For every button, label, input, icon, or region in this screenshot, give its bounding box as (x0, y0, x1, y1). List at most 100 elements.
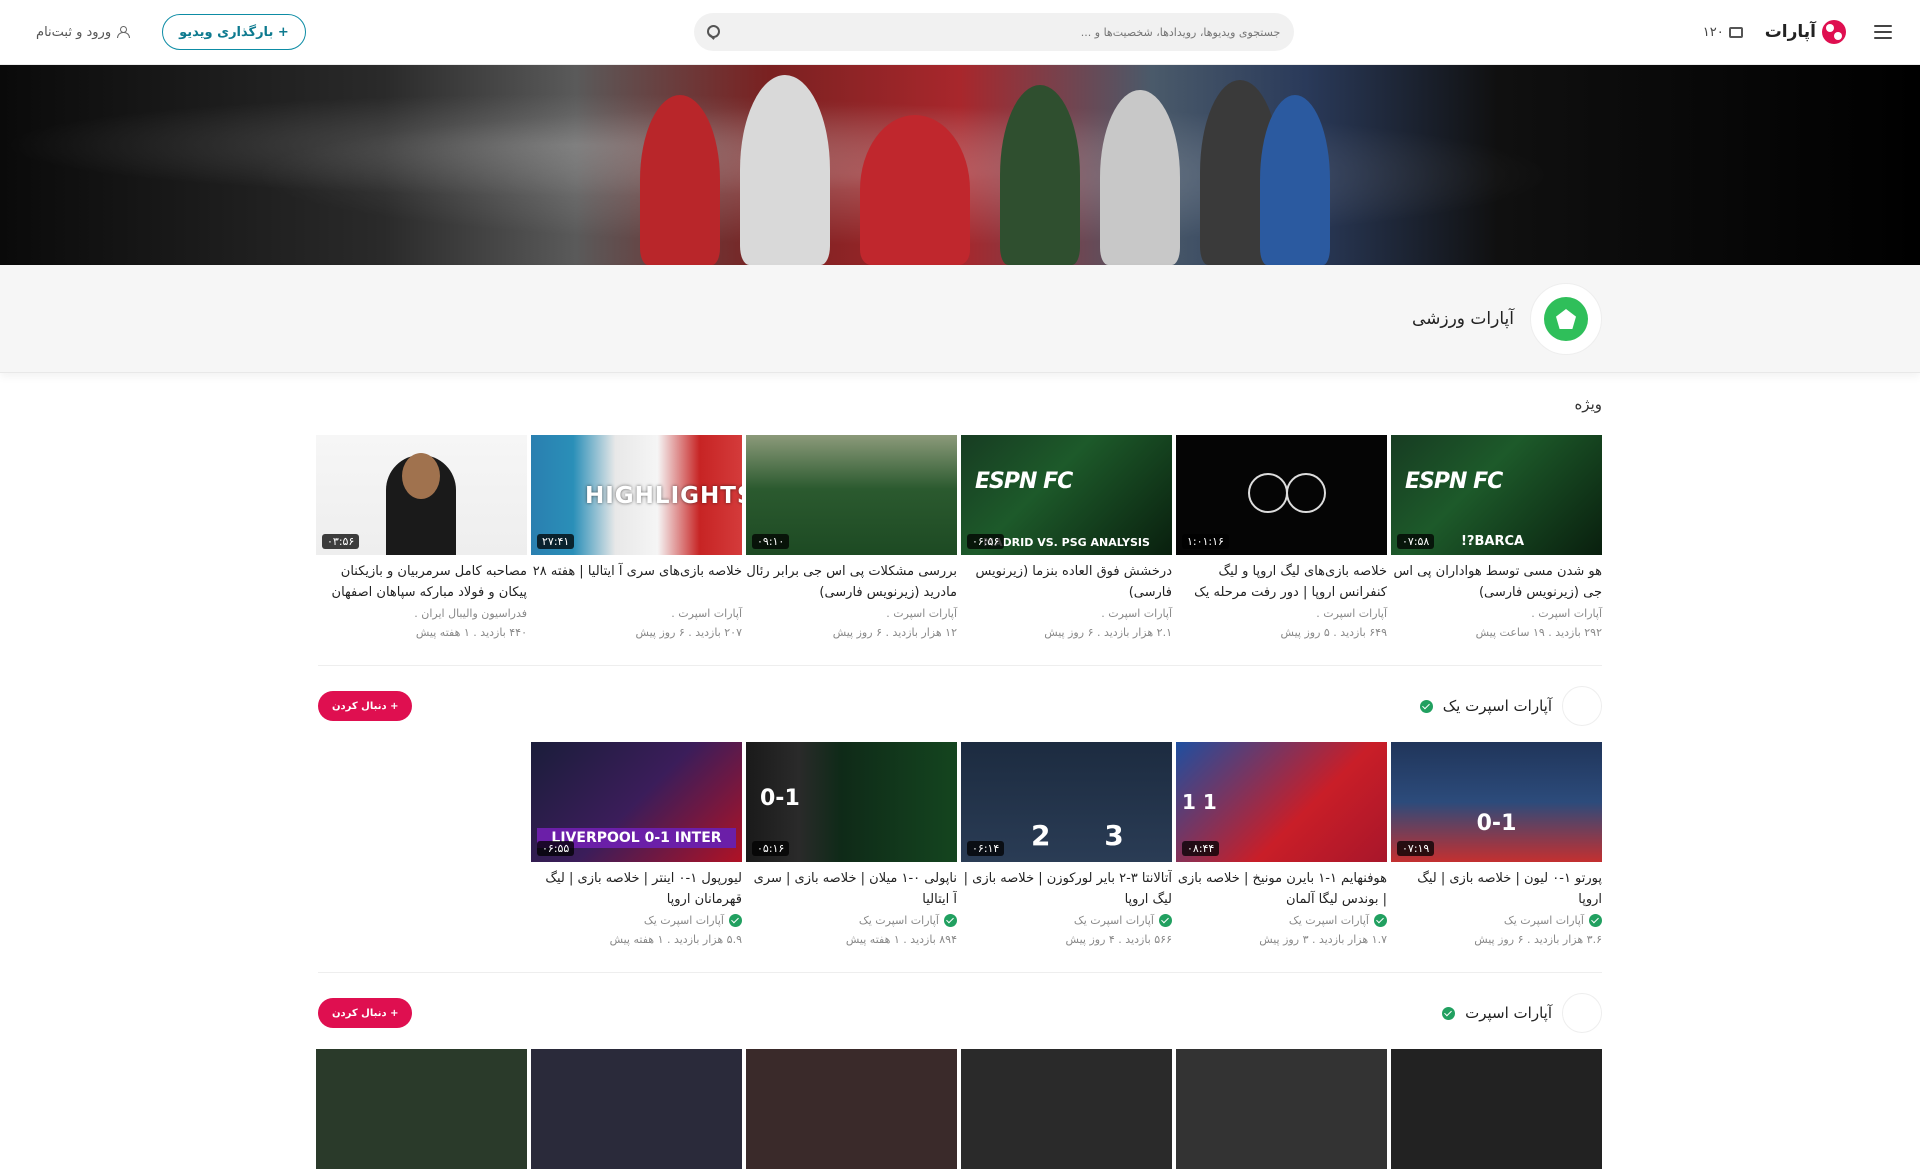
video-title[interactable]: ناپولی ۰-۱ میلان | خلاصه بازی | سری آ ای… (746, 868, 957, 910)
video-thumbnail[interactable]: 0-1 ۰۵:۱۶ (746, 742, 957, 862)
video-card[interactable]: ESPN FC BARCA?! ۰۷:۵۸ هو شدن مسی توسط هو… (1391, 435, 1602, 639)
video-duration: ۰۷:۵۸ (1397, 534, 1435, 549)
top-header: آپارات ۱۲۰ + بارگذاری ویدیو ورود و ثبت‌ن… (0, 0, 1920, 65)
video-thumbnail[interactable] (1176, 1049, 1387, 1169)
video-thumbnail[interactable] (1391, 1049, 1602, 1169)
press-speaker-head (402, 453, 440, 499)
search-input[interactable] (732, 25, 1281, 39)
video-card[interactable] (1176, 1049, 1387, 1169)
video-duration: ۰۳:۵۶ (322, 534, 360, 549)
video-title[interactable]: هو شدن مسی توسط هواداران پی اس جی (زیرنو… (1391, 561, 1602, 603)
banner-athlete (1100, 90, 1180, 265)
banner-athlete (860, 115, 970, 265)
video-card[interactable]: ۰۳:۵۶ مصاحبه کامل سرمربیان و بازیکنان پی… (316, 435, 527, 639)
section-divider (318, 972, 1602, 973)
verified-icon (1374, 914, 1387, 927)
header-right-group: آپارات ۱۲۰ (1703, 20, 1892, 44)
video-channel[interactable]: آپارات اسپرت . (531, 607, 742, 620)
video-thumbnail[interactable]: 0-1 ۰۷:۱۹ (1391, 742, 1602, 862)
video-title[interactable]: هوفنهایم ۱-۱ بایرن مونیخ | خلاصه بازی | … (1176, 868, 1387, 910)
header-left-group: + بارگذاری ویدیو ورود و ثبت‌نام (36, 14, 306, 50)
video-channel-name: آپارات اسپرت یک (643, 914, 724, 927)
video-thumbnail[interactable]: ESPN FC MADRID VS. PSG ANALYSIS ۰۶:۵۶ (961, 435, 1172, 555)
channel-section-avatar[interactable] (1562, 686, 1602, 726)
video-title[interactable]: خلاصه بازی‌های سری آ ایتالیا | هفته ۲۸ (531, 561, 742, 603)
video-title[interactable]: خلاصه بازی‌های لیگ اروپا و لیگ کنفرانس ا… (1176, 561, 1387, 603)
search-bar[interactable] (694, 13, 1295, 51)
credit-count: ۱۲۰ (1702, 24, 1724, 40)
video-thumbnail[interactable] (316, 1049, 527, 1169)
verified-icon (1589, 914, 1602, 927)
video-card[interactable]: 3 2 ۰۶:۱۴ آتالانتا ۳-۲ بایر لورکوزن | خل… (961, 742, 1172, 946)
video-thumbnail[interactable]: LIVERPOOL 0-1 INTER ۰۶:۵۵ (531, 742, 742, 862)
channel-info: آپارات ورزشی (1412, 283, 1602, 355)
video-channel[interactable]: آپارات اسپرت . (1391, 607, 1602, 620)
video-thumbnail[interactable]: ESPN FC BARCA?! ۰۷:۵۸ (1391, 435, 1602, 555)
video-card[interactable]: ESPN FC MADRID VS. PSG ANALYSIS ۰۶:۵۶ در… (961, 435, 1172, 639)
video-card[interactable] (1391, 1049, 1602, 1169)
video-channel[interactable]: آپارات اسپرت . (746, 607, 957, 620)
video-card[interactable]: 0-1 ۰۵:۱۶ ناپولی ۰-۱ میلان | خلاصه بازی … (746, 742, 957, 946)
channel-info-bar: آپارات ورزشی (0, 265, 1920, 373)
video-card[interactable]: LIVERPOOL 0-1 INTER ۰۶:۵۵ لیورپول ۱-۰ ای… (531, 742, 742, 946)
follow-button[interactable]: + دنبال کردن (318, 998, 413, 1028)
channel-section-title[interactable]: آپارات اسپرت یک (1419, 686, 1602, 726)
europa-league-icon (1248, 473, 1288, 513)
video-channel[interactable]: آپارات اسپرت یک (961, 914, 1172, 927)
video-duration: ۰۷:۱۹ (1397, 841, 1435, 856)
channel-section-header: آپارات اسپرت یک + دنبال کردن (318, 686, 1602, 726)
login-label: ورود و ثبت‌نام (36, 24, 112, 40)
channel-section-name[interactable]: آپارات اسپرت (1465, 1004, 1552, 1022)
video-card[interactable] (746, 1049, 957, 1169)
upload-video-button[interactable]: + بارگذاری ویدیو (162, 14, 306, 50)
channel-video-row: 0-1 ۰۷:۱۹ پورتو ۱-۰ لیون | خلاصه بازی | … (318, 742, 1602, 946)
hamburger-icon[interactable] (1868, 20, 1892, 44)
channel-section-title[interactable]: آپارات اسپرت (1442, 993, 1602, 1033)
channel-section-header: آپارات اسپرت + دنبال کردن (318, 993, 1602, 1033)
video-thumbnail[interactable]: HIGHLIGHTS ۲۷:۴۱ (531, 435, 742, 555)
video-thumbnail[interactable] (961, 1049, 1172, 1169)
channel-section-avatar[interactable] (1562, 993, 1602, 1033)
video-meta: ۲۰۷ بازدید . ۶ روز پیش (635, 626, 742, 639)
video-channel[interactable]: آپارات اسپرت یک (1176, 914, 1387, 927)
video-title[interactable]: مصاحبه کامل سرمربیان و بازیکنان پیکان و … (316, 561, 527, 603)
login-link[interactable]: ورود و ثبت‌نام (36, 24, 131, 40)
video-card[interactable]: 1 1 ۰۸:۴۴ هوفنهایم ۱-۱ بایرن مونیخ | خلا… (1176, 742, 1387, 946)
aparat-logo[interactable]: آپارات (1765, 20, 1846, 44)
video-duration: ۰۶:۵۶ (967, 534, 1005, 549)
video-title[interactable]: بررسی مشکلات پی اس جی برابر رئال مادرید … (746, 561, 957, 603)
video-card[interactable] (316, 1049, 527, 1169)
video-card[interactable]: HIGHLIGHTS ۲۷:۴۱ خلاصه بازی‌های سری آ ای… (531, 435, 742, 639)
video-card[interactable]: 0-1 ۰۷:۱۹ پورتو ۱-۰ لیون | خلاصه بازی | … (1391, 742, 1602, 946)
featured-section-title: ویژه (1574, 395, 1602, 413)
video-thumbnail[interactable]: 1 1 ۰۸:۴۴ (1176, 742, 1387, 862)
video-thumbnail[interactable]: ۰۹:۱۰ (746, 435, 957, 555)
ticket-icon (1728, 26, 1743, 38)
video-thumbnail[interactable]: ۰۳:۵۶ (316, 435, 527, 555)
video-channel[interactable]: آپارات اسپرت یک (1391, 914, 1602, 927)
video-title[interactable]: لیورپول ۱-۰ اینتر | خلاصه بازی | لیگ قهر… (531, 868, 742, 910)
video-card[interactable] (961, 1049, 1172, 1169)
video-thumbnail[interactable]: ۱:۰۱:۱۶ (1176, 435, 1387, 555)
search-icon[interactable] (707, 25, 722, 39)
thumbnail-caption: 0-1 (1476, 811, 1517, 836)
video-thumbnail[interactable] (746, 1049, 957, 1169)
video-title[interactable]: درخشش فوق العاده بنزما (زیرنویس فارسی) (961, 561, 1172, 603)
video-thumbnail[interactable]: 3 2 ۰۶:۱۴ (961, 742, 1172, 862)
channel-avatar[interactable] (1530, 283, 1602, 355)
video-channel[interactable]: آپارات اسپرت . (961, 607, 1172, 620)
video-meta: ۲.۱ هزار بازدید . ۶ روز پیش (1044, 626, 1172, 639)
video-card[interactable]: ۱:۰۱:۱۶ خلاصه بازی‌های لیگ اروپا و لیگ ک… (1176, 435, 1387, 639)
video-title[interactable]: آتالانتا ۳-۲ بایر لورکوزن | خلاصه بازی |… (961, 868, 1172, 910)
channel-section-name[interactable]: آپارات اسپرت یک (1443, 697, 1552, 715)
follow-button[interactable]: + دنبال کردن (318, 691, 413, 721)
video-card[interactable]: ۰۹:۱۰ بررسی مشکلات پی اس جی برابر رئال م… (746, 435, 957, 639)
video-channel[interactable]: آپارات اسپرت یک (531, 914, 742, 927)
video-channel[interactable]: آپارات اسپرت یک (746, 914, 957, 927)
video-channel[interactable]: فدراسیون والیبال ایران . (316, 607, 527, 620)
video-card[interactable] (531, 1049, 742, 1169)
video-channel[interactable]: آپارات اسپرت . (1176, 607, 1387, 620)
video-thumbnail[interactable] (531, 1049, 742, 1169)
credit-badge[interactable]: ۱۲۰ (1703, 25, 1743, 40)
video-title[interactable]: پورتو ۱-۰ لیون | خلاصه بازی | لیگ اروپا (1391, 868, 1602, 910)
